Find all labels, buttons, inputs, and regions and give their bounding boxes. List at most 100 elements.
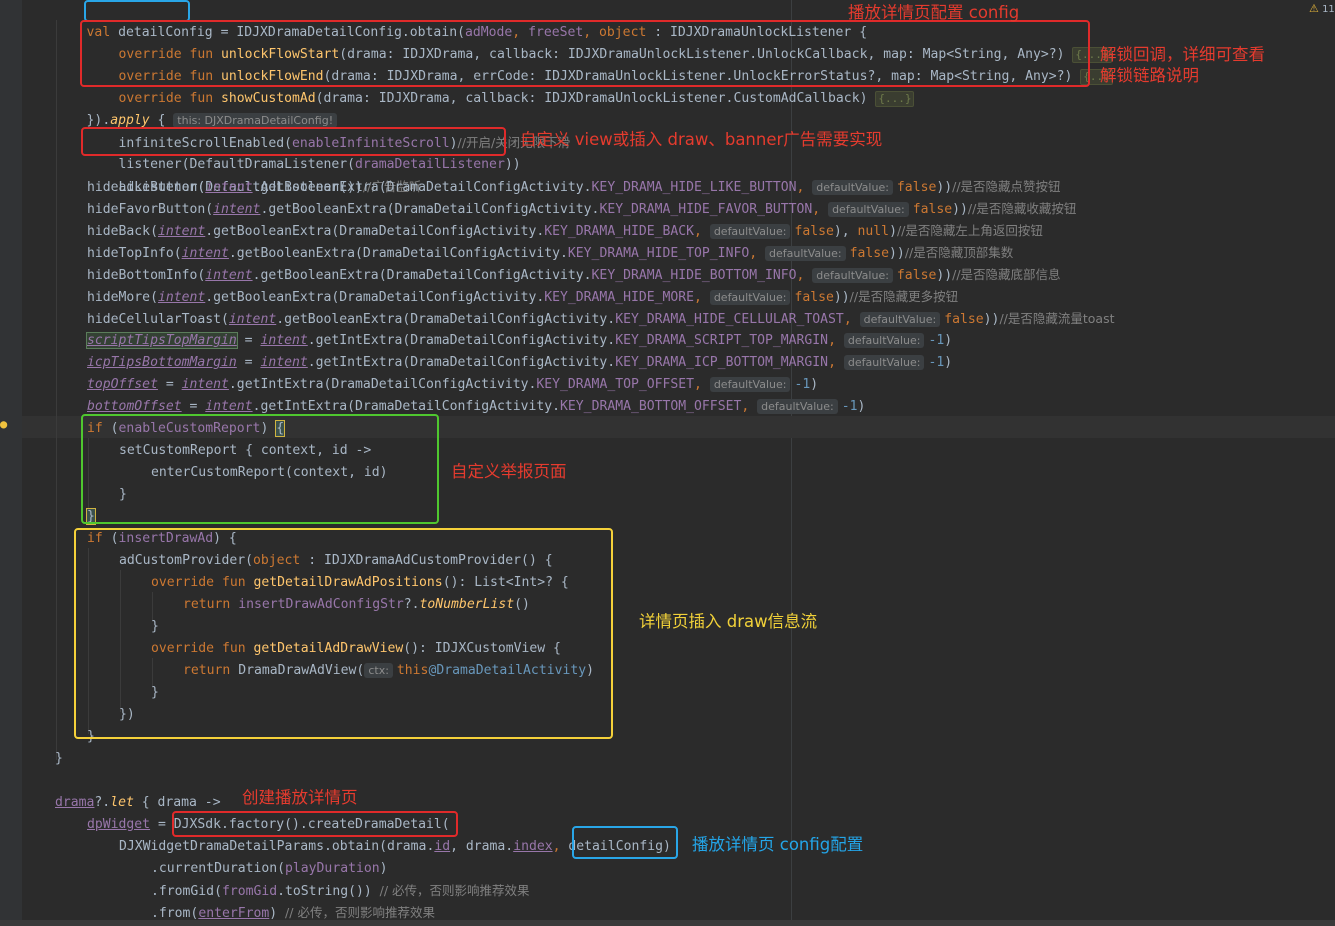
code-line: } <box>55 748 63 770</box>
fold-marker[interactable]: {...} <box>875 90 915 107</box>
constant[interactable]: KEY_DRAMA_HIDE_MORE <box>544 290 694 305</box>
code-text: ) <box>857 399 866 414</box>
literal: -1 <box>794 377 811 392</box>
code-line: scriptTipsTopMargin = intent.getIntExtra… <box>86 332 953 349</box>
code-line: topOffset = intent.getIntExtra(DramaDeta… <box>87 377 819 392</box>
constant[interactable]: KEY_DRAMA_TOP_OFFSET <box>536 377 694 392</box>
literal: false <box>912 202 953 217</box>
comment: //是否隐藏底部信息 <box>952 267 1061 282</box>
code-text: ), <box>833 224 858 239</box>
property-ref[interactable]: intent <box>182 246 229 261</box>
function-let[interactable]: let <box>110 795 134 810</box>
property-ref[interactable]: icpTipsBottomMargin <box>87 355 237 370</box>
highlight-box-listener <box>81 127 506 156</box>
property-ref[interactable]: intent <box>260 333 307 348</box>
code-text: .getBooleanExtra(DramaDetailConfigActivi… <box>252 268 592 283</box>
code-line: hideMore(intent.getBooleanExtra(DramaDet… <box>87 289 959 305</box>
constant[interactable]: KEY_DRAMA_HIDE_BOTTOM_INFO <box>592 268 797 283</box>
constant[interactable]: KEY_DRAMA_HIDE_FAVOR_BUTTON <box>599 202 812 217</box>
property-ref[interactable]: scriptTipsTopMargin <box>86 332 238 349</box>
code-text: DJXWidgetDramaDetailParams.obtain(drama. <box>119 839 435 854</box>
property-ref[interactable]: intent <box>158 290 205 305</box>
code-line: .fromGid(fromGid.toString()) // 必传，否则影响推… <box>151 880 530 902</box>
code-text: .getIntExtra(DramaDetailConfigActivity. <box>252 399 561 414</box>
constant[interactable]: KEY_DRAMA_ICP_BOTTOM_MARGIN <box>615 355 828 370</box>
property-ref[interactable]: intent <box>182 377 229 392</box>
code-text: )) <box>936 180 953 195</box>
inlay-hint: defaultValue: <box>812 180 893 195</box>
property-ref[interactable]: index <box>513 839 552 854</box>
comment: // 必传，否则影响推荐效果 <box>285 905 435 920</box>
literal: false <box>896 180 937 195</box>
editor-gutter[interactable] <box>0 0 22 926</box>
code-text: .toString()) <box>277 884 380 899</box>
property-ref[interactable]: id <box>434 839 450 854</box>
code-text: ) <box>379 861 388 876</box>
code-text: .getIntExtra(DramaDetailConfigActivity. <box>307 333 616 348</box>
highlight-box-custom-report <box>81 414 439 524</box>
property-ref[interactable]: bottomOffset <box>87 399 182 414</box>
code-text: hideCellularToast( <box>87 312 229 327</box>
property-ref[interactable]: intent <box>213 202 260 217</box>
property-ref[interactable]: intent <box>205 399 252 414</box>
code-text: .getBooleanExtra(DramaDetailConfigActivi… <box>252 180 592 195</box>
property-ref[interactable]: intent <box>158 224 205 239</box>
code-text: .from( <box>151 906 199 921</box>
annotation-report: 自定义举报页面 <box>451 462 567 481</box>
code-text: hideTopInfo( <box>87 246 182 261</box>
constant[interactable]: KEY_DRAMA_HIDE_CELLULAR_TOAST <box>615 312 844 327</box>
property-ref[interactable]: intent <box>205 268 252 283</box>
literal: false <box>794 224 834 239</box>
code-text: (drama: IDJXDrama, callback: IDJXDramaUn… <box>315 91 876 106</box>
highlight-box-create-detail <box>172 811 458 837</box>
constant[interactable]: KEY_DRAMA_HIDE_BACK <box>544 224 694 239</box>
code-text: = <box>236 355 261 370</box>
code-line: .currentDuration(playDuration) <box>151 858 388 880</box>
code-line: hideBack(intent.getBooleanExtra(DramaDet… <box>87 223 1043 239</box>
inlay-hint: defaultValue: <box>709 290 791 305</box>
code-line: hideLikeButton(intent.getBooleanExtra(Dr… <box>87 179 1061 195</box>
property-ref[interactable]: intent <box>229 312 276 327</box>
literal: -1 <box>841 399 858 414</box>
code-text: { drama -> <box>133 795 221 810</box>
annotation-detail-config: 播放详情页 config配置 <box>692 835 864 854</box>
property-ref[interactable]: enterFrom <box>198 906 269 921</box>
annotation-draw: 详情页插入 draw信息流 <box>639 612 818 631</box>
warning-count: 11 <box>1322 4 1335 15</box>
constant[interactable]: KEY_DRAMA_BOTTOM_OFFSET <box>560 399 741 414</box>
constant[interactable]: KEY_DRAMA_HIDE_TOP_INFO <box>568 246 749 261</box>
inspection-widget[interactable]: ⚠ 11 <box>1309 2 1335 15</box>
annotation-config: 播放详情页配置 config <box>848 3 1020 22</box>
constant[interactable]: KEY_DRAMA_HIDE_LIKE_BUTTON <box>592 180 797 195</box>
literal: false <box>944 312 984 327</box>
code-line: hideBottomInfo(intent.getBooleanExtra(Dr… <box>87 267 1061 283</box>
property-ref[interactable]: playDuration <box>285 861 380 876</box>
literal: null <box>857 224 890 239</box>
property-ref[interactable]: fromGid <box>222 884 277 899</box>
code-text: )) <box>952 202 968 217</box>
comment: //是否隐藏左上角返回按钮 <box>896 223 1043 238</box>
code-text: ) <box>944 355 953 370</box>
code-text: hideMore( <box>87 290 158 305</box>
property-ref[interactable]: intent <box>205 180 252 195</box>
annotation-unlock-2: 解锁链路说明 <box>1100 66 1199 85</box>
code-text: ?. <box>94 795 111 810</box>
code-text: .currentDuration( <box>151 861 286 876</box>
property-ref[interactable]: drama <box>55 795 94 810</box>
property-ref[interactable]: intent <box>260 355 307 370</box>
code-text: } <box>55 751 63 766</box>
property-ref[interactable]: dpWidget <box>87 817 150 832</box>
horizontal-scrollbar[interactable] <box>0 920 1335 926</box>
lightbulb-icon[interactable]: ● <box>0 418 10 430</box>
property-ref[interactable]: topOffset <box>87 377 158 392</box>
literal: false <box>794 290 834 305</box>
inlay-hint: defaultValue: <box>843 355 925 370</box>
inlay-hint: defaultValue: <box>812 268 893 283</box>
warning-icon: ⚠ <box>1309 2 1319 15</box>
code-line: }).apply { this: DJXDramaDetailConfig! <box>55 88 341 128</box>
code-text: hideLikeButton( <box>87 180 206 195</box>
code-text: ) <box>269 906 286 921</box>
constant[interactable]: KEY_DRAMA_SCRIPT_TOP_MARGIN <box>615 333 828 348</box>
inlay-hint: defaultValue: <box>709 224 791 239</box>
code-text: )) <box>936 268 953 283</box>
